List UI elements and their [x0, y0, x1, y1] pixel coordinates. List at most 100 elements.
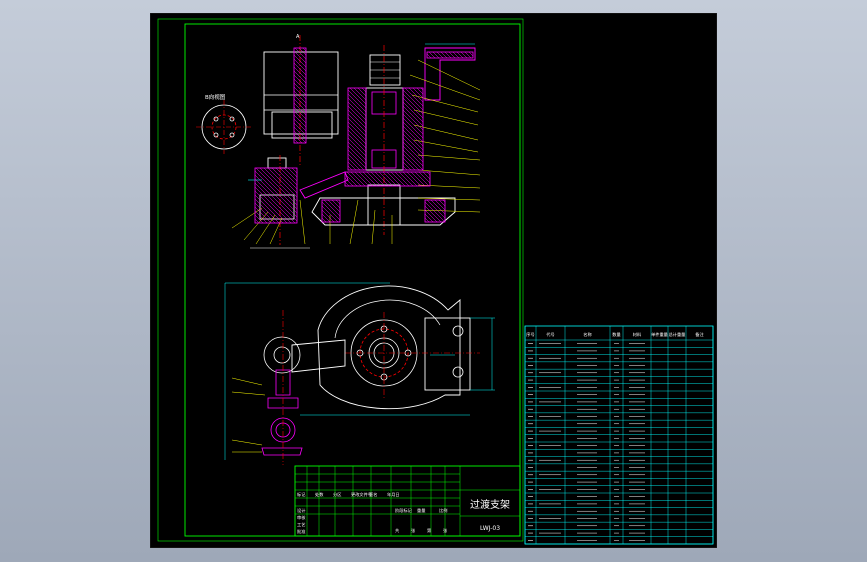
gripper-base-plate — [261, 447, 303, 456]
title-info-label: 阶段标记 — [395, 507, 413, 514]
hatch-stroke — [361, 87, 367, 93]
hatch-stroke — [344, 181, 350, 187]
hatch-stroke — [344, 177, 354, 187]
hatch-stroke — [347, 109, 367, 129]
title-row-header: 签名 — [369, 491, 377, 498]
part-leader-2 — [409, 74, 481, 101]
hatch-stroke — [408, 87, 424, 103]
gripper-inner — [273, 346, 291, 364]
bom-header-cell: 备注 — [695, 331, 704, 338]
drawing-title: 过渡支架 — [470, 498, 510, 511]
hatch-stroke — [293, 134, 303, 144]
bom-header-cell: 数量 — [612, 331, 620, 338]
hatch-stroke — [422, 171, 431, 180]
title-footer-label: 张 — [411, 527, 416, 534]
pulley-outline — [311, 197, 456, 226]
gripper-circle — [263, 336, 301, 374]
hatch-stroke — [347, 153, 365, 171]
bottom-leader-7 — [349, 199, 359, 245]
hatch-stroke — [275, 167, 298, 190]
bom-header-cell: 单件重量 — [651, 331, 668, 338]
hatch-stroke — [402, 105, 424, 127]
hatch-stroke — [254, 202, 276, 224]
hatch-stroke — [259, 167, 298, 206]
bottom-leader-5 — [299, 199, 306, 245]
title-row-header: 标记 — [297, 491, 306, 498]
title-approval-label: 工艺 — [297, 522, 305, 527]
part-leader-4 — [413, 109, 479, 126]
hatch-stroke — [402, 97, 424, 119]
hatch-stroke — [362, 171, 378, 187]
hatch-stroke — [254, 178, 298, 222]
hatch-stroke — [254, 206, 272, 224]
plan-leader-2 — [231, 391, 266, 396]
hatch-stroke — [255, 167, 298, 210]
hatch-stroke — [402, 121, 424, 143]
hatch-stroke — [394, 171, 410, 187]
bom-header-cell: 代号 — [546, 331, 554, 338]
hatch-stroke — [254, 170, 298, 214]
hatch-stroke — [402, 133, 424, 155]
title-footer-label: 第 — [427, 527, 431, 534]
title-info-label: 比例 — [439, 507, 447, 514]
hatch-stroke — [386, 171, 402, 187]
housing-inner-arc — [334, 299, 441, 339]
hatch-stroke — [430, 199, 446, 215]
title-row-header: 分区 — [333, 491, 341, 498]
arm-link — [299, 171, 349, 199]
hatch-stroke — [402, 125, 424, 147]
hatch-stroke — [398, 171, 414, 187]
hatch-stroke — [406, 171, 422, 187]
bottom-leader-1 — [231, 207, 263, 229]
pulley-left-hatch — [321, 199, 341, 223]
title-info-label: 重量 — [417, 507, 425, 514]
plan-view — [224, 282, 495, 465]
arm-housing-hatch — [254, 167, 298, 224]
hatch-stroke — [350, 171, 366, 187]
hatch-stroke — [402, 171, 418, 187]
hatch-stroke — [331, 199, 341, 209]
hatch-stroke — [287, 167, 298, 178]
hatch-stroke — [468, 51, 474, 57]
cad-drawing-viewport[interactable]: A B向视图 标记 处数 分区 更改文件号 签名 年月日 设计 审核 工艺 批准 阶段标记 重量 比例共张第… — [150, 13, 717, 548]
title-footer-label: 共 — [395, 527, 399, 534]
hatch-stroke — [321, 201, 341, 221]
column-right-hatch — [402, 87, 424, 171]
hatch-stroke — [347, 137, 367, 157]
hatch-stroke — [347, 117, 367, 137]
bottom-leader-8 — [371, 209, 376, 245]
hatch-stroke — [323, 199, 341, 217]
column-base-hatch — [344, 171, 431, 187]
hatch-stroke — [424, 205, 442, 223]
part-leader-6 — [413, 139, 479, 153]
title-approval-label: 审核 — [297, 514, 306, 521]
hatch-stroke — [321, 217, 327, 223]
hatch-stroke — [426, 171, 431, 176]
hatch-stroke — [357, 87, 367, 97]
bom-header-cell: 名称 — [583, 331, 591, 338]
hatch-stroke — [402, 149, 424, 171]
title-approval-label: 设计 — [297, 507, 305, 514]
title-approval-label: 批准 — [297, 528, 305, 535]
hatch-stroke — [402, 113, 424, 135]
hatch-stroke — [302, 47, 307, 52]
part-leader-1 — [417, 59, 481, 91]
hatch-stroke — [347, 125, 367, 145]
hatch-stroke — [347, 133, 367, 153]
hatch-stroke — [402, 145, 424, 167]
hatch-stroke — [347, 161, 357, 171]
hatch-stroke — [254, 174, 298, 218]
hatch-stroke — [347, 93, 367, 113]
hatch-stroke — [347, 145, 367, 165]
b-view-label: B向视图 — [205, 93, 226, 101]
bom-header-cell: 序号 — [526, 331, 534, 338]
title-block: 标记 处数 分区 更改文件号签名 年月日设计审核工艺批准阶段标记 重量 比例共张第张过渡支架… — [294, 465, 521, 537]
hatch-stroke — [410, 171, 426, 187]
hatch-stroke — [254, 218, 260, 224]
hatch-stroke — [271, 167, 298, 194]
hatch-stroke — [402, 165, 408, 171]
hatch-stroke — [347, 105, 367, 125]
hatch-stroke — [347, 113, 367, 133]
column-left-hatch — [347, 87, 367, 171]
hatch-stroke — [414, 171, 430, 187]
